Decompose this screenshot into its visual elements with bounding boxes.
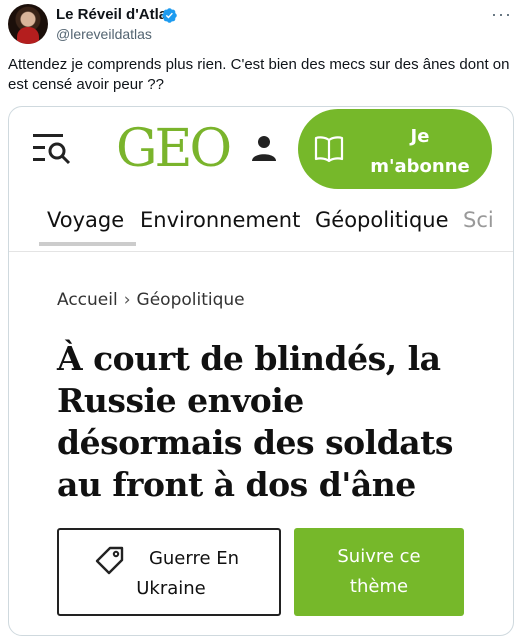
author-handle[interactable]: @lereveildatlas	[56, 26, 152, 42]
section-nav: Voyage Environnement Géopolitique Sci	[9, 202, 513, 252]
subscribe-button[interactable]: Je m'abonne	[298, 109, 492, 189]
user-icon[interactable]	[249, 133, 279, 163]
book-icon	[314, 136, 344, 163]
avatar[interactable]	[8, 4, 48, 44]
geo-header: GEO Je m'abonne	[9, 107, 513, 202]
tag-button[interactable]: Guerre En Ukraine	[57, 528, 281, 616]
chevron-right-icon: ›	[123, 290, 131, 310]
tag-icon	[95, 546, 124, 575]
tag-label-line2: Ukraine	[136, 578, 206, 599]
tag-label-line1: Guerre En	[148, 548, 240, 569]
breadcrumb-home[interactable]: Accueil	[57, 290, 118, 310]
nav-item-sciences[interactable]: Sci	[463, 208, 494, 232]
geo-logo[interactable]: GEO	[116, 119, 232, 179]
ellipsis-icon[interactable]: ···	[491, 4, 512, 25]
subscribe-label: Je m'abonne	[370, 126, 470, 177]
follow-theme-label: Suivre ce thème	[337, 546, 421, 597]
nav-item-environnement[interactable]: Environnement	[140, 208, 300, 232]
nav-item-geopolitique[interactable]: Géopolitique	[315, 208, 449, 232]
author-name[interactable]: Le Réveil d'Atlas	[56, 6, 175, 23]
menu-search-icon[interactable]	[31, 131, 73, 165]
article-headline: À court de blindés, la Russie envoie dés…	[57, 339, 454, 504]
tweet-header: Le Réveil d'Atlas @lereveildatlas ···	[8, 4, 516, 44]
embedded-screenshot[interactable]: GEO Je m'abonne Voyage Environnement Géo…	[8, 106, 514, 636]
breadcrumb-section[interactable]: Géopolitique	[137, 290, 245, 310]
breadcrumb: Accueil › Géopolitique	[57, 290, 245, 310]
tweet-text: Attendez je comprends plus rien. C'est b…	[8, 56, 510, 93]
nav-item-voyage[interactable]: Voyage	[38, 208, 137, 246]
follow-theme-button[interactable]: Suivre ce thème	[294, 528, 464, 616]
verified-badge-icon	[162, 8, 177, 23]
